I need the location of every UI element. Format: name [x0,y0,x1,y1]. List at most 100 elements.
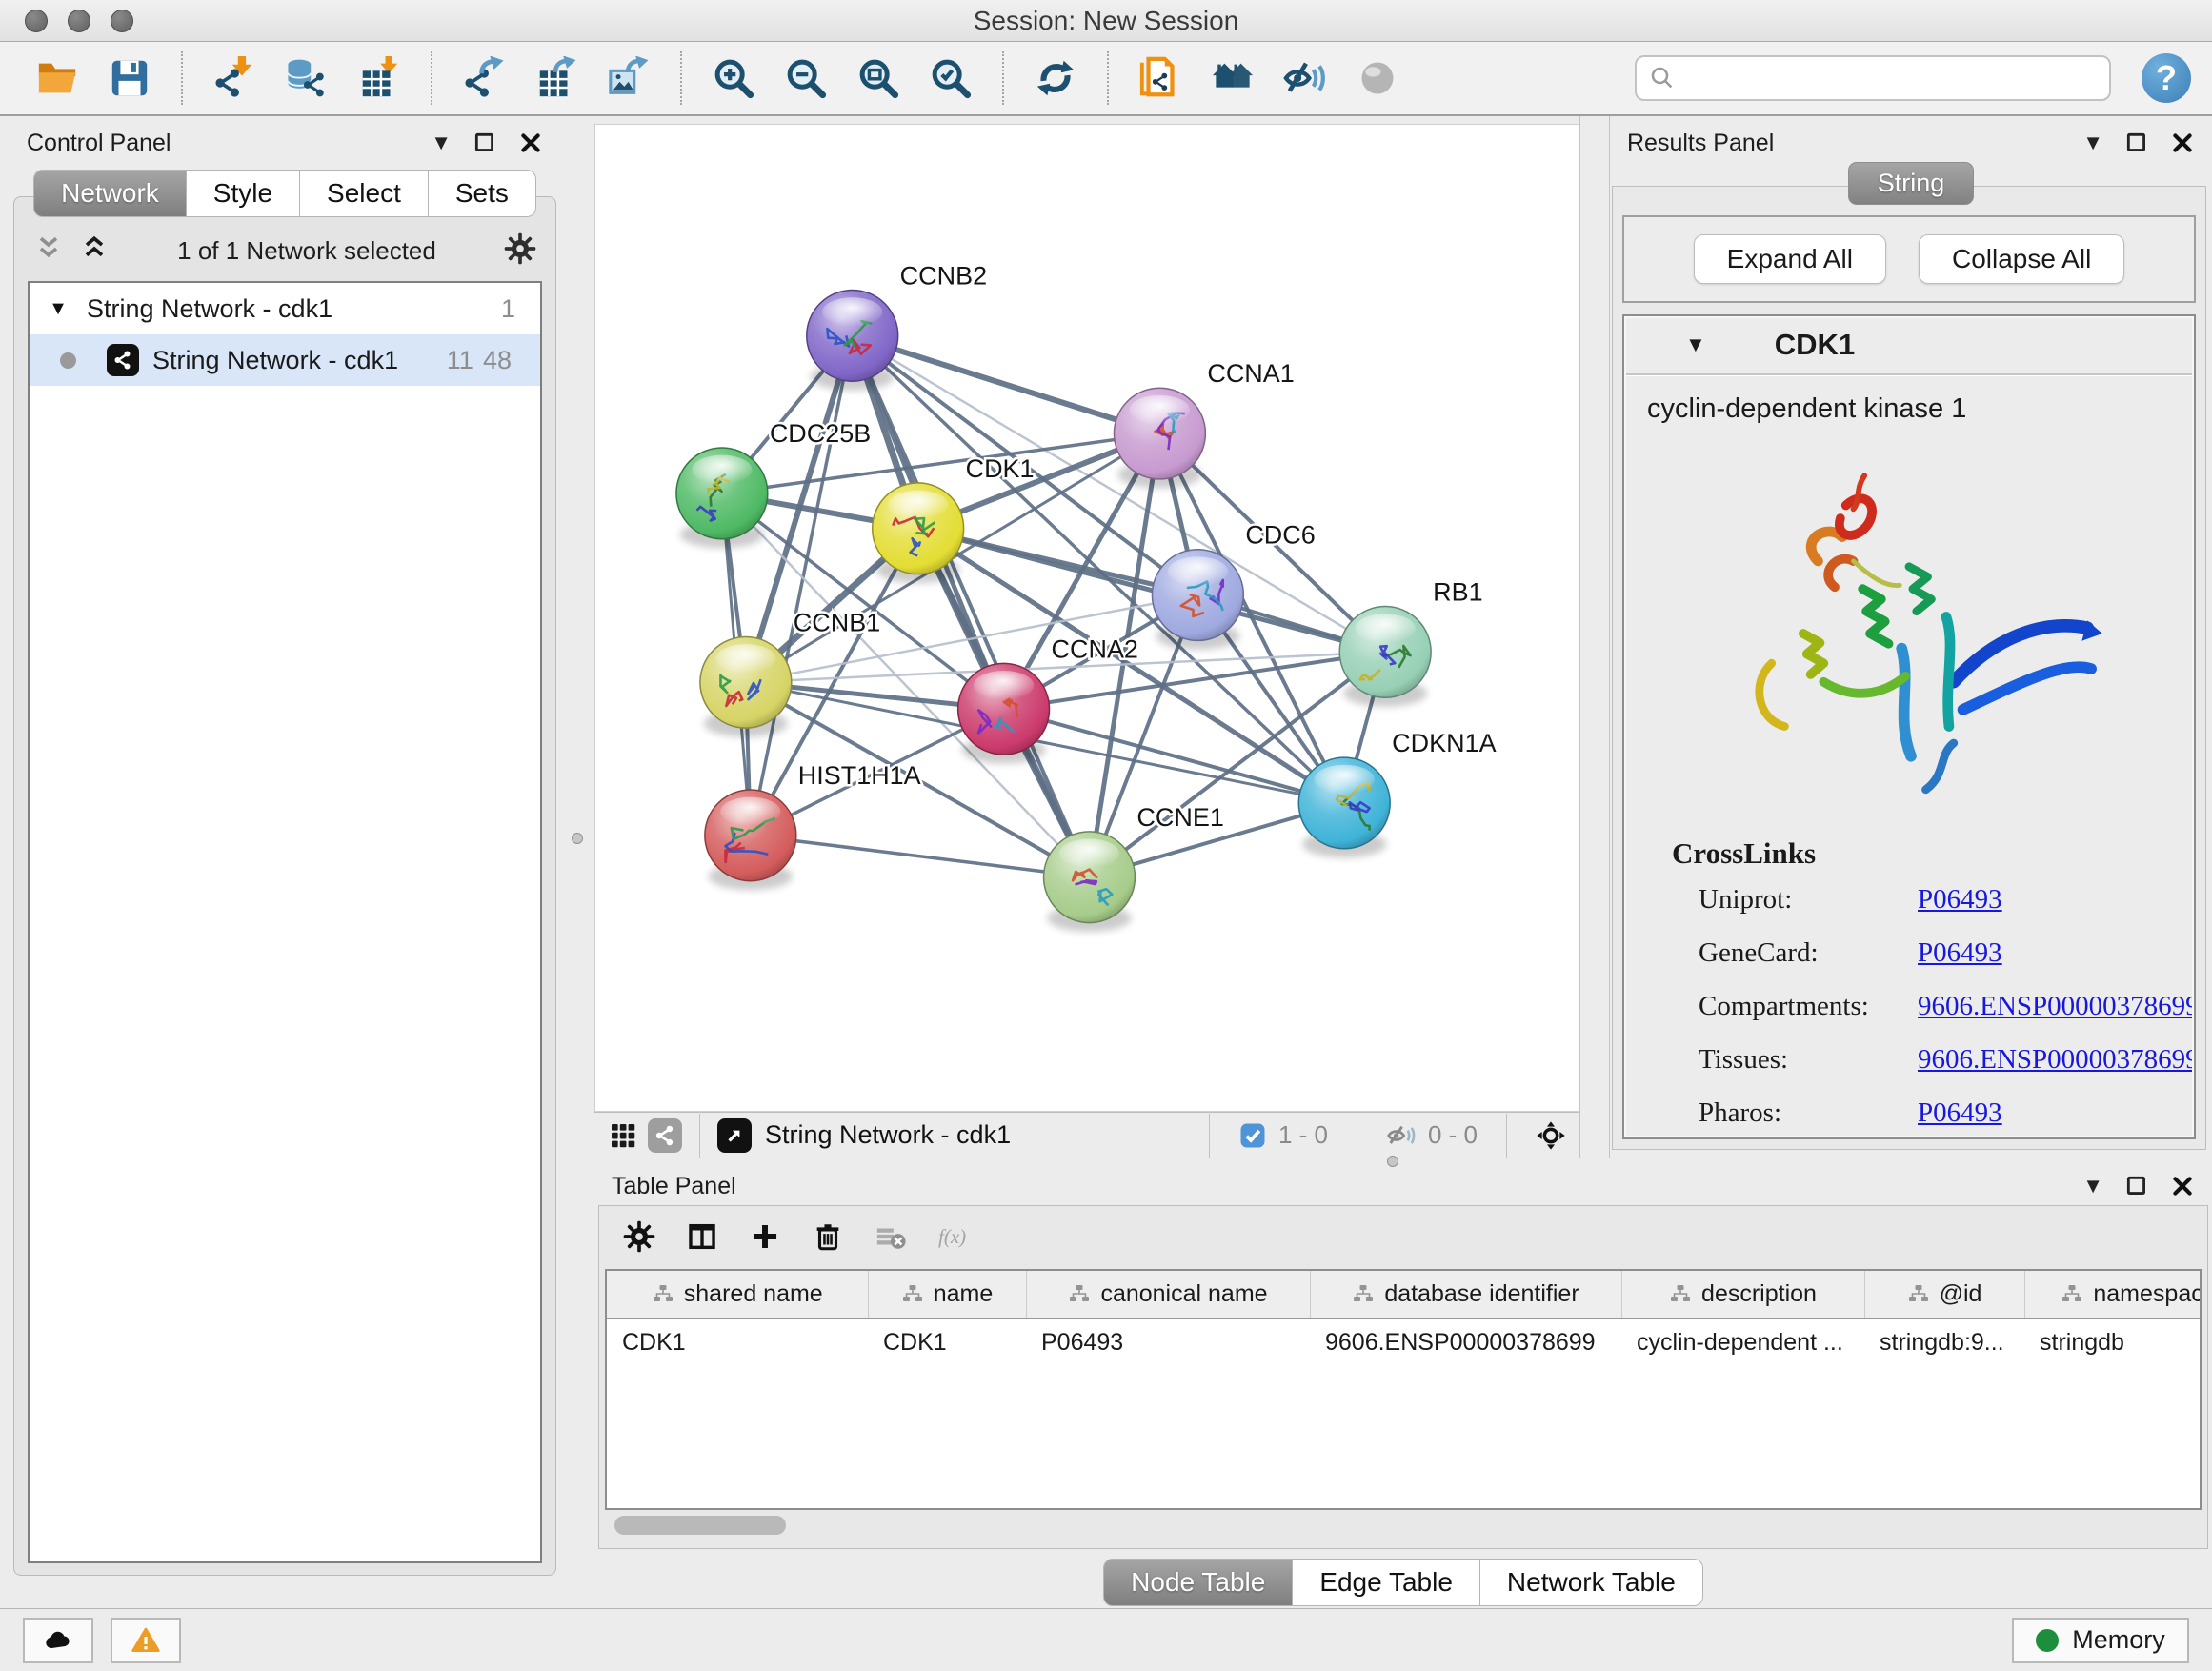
right-splitter[interactable] [1579,116,1610,1158]
create-column-plus-icon[interactable] [746,1218,784,1256]
show-columns-icon[interactable] [683,1218,721,1256]
table-options-gear-icon[interactable] [620,1218,658,1256]
crosslink-link[interactable]: 9606.ENSP00000378699 [1918,991,2194,1022]
open-file-button[interactable] [30,51,84,105]
table-panel-float-icon[interactable] [2124,1174,2149,1198]
network-options-gear-icon[interactable] [504,232,536,270]
crosslink-link[interactable]: P06493 [1918,1097,2194,1129]
horizontal-splitter[interactable] [594,1158,2212,1167]
network-node-CDKN1A[interactable] [1298,757,1390,857]
table-cell[interactable]: stringdb:9... [1864,1319,2024,1366]
table-cell[interactable]: 9606.ENSP00000378699 [1310,1319,1621,1366]
results-panel-collapse-icon[interactable]: ▼ [2082,131,2103,155]
table-cell[interactable]: stringdb [2024,1319,2202,1366]
zoom-in-button[interactable] [707,51,760,105]
crosslink-link[interactable]: P06493 [1918,937,2194,969]
network-node-CDC6[interactable] [1152,550,1243,650]
scrollbar-thumb[interactable] [614,1516,786,1535]
import-network-database-button[interactable] [280,51,333,105]
table-horizontal-scrollbar[interactable] [609,1514,2198,1540]
cloud-status-button[interactable] [23,1618,93,1663]
network-node-HIST1H1A[interactable] [705,790,796,890]
column-header--id[interactable]: @id [1864,1271,2024,1319]
help-button[interactable]: ? [2142,53,2191,103]
delete-table-icon[interactable] [872,1218,910,1256]
open-in-window-icon[interactable] [717,1118,752,1153]
column-header-name[interactable]: name [868,1271,1026,1319]
table-cell[interactable]: cyclin-dependent ... [1621,1319,1864,1366]
column-header-shared-name[interactable]: shared name [607,1271,868,1319]
crosslink-link[interactable]: 9606.ENSP00000378699 [1918,1044,2194,1076]
network-node-CDK1[interactable] [873,483,964,583]
memory-button[interactable]: Memory [2012,1618,2189,1663]
results-panel-close-icon[interactable] [2170,131,2195,155]
network-node-CCNA1[interactable] [1114,388,1205,488]
left-splitter[interactable] [560,116,594,1608]
network-edge-HIST1H1A-CCNE1[interactable] [751,836,1090,877]
column-header-description[interactable]: description [1621,1271,1864,1319]
splitter-handle[interactable] [572,833,583,844]
results-panel-float-icon[interactable] [2124,131,2149,155]
search-input[interactable] [1684,64,2098,93]
tab-select[interactable]: Select [300,170,429,217]
tab-edge-table[interactable]: Edge Table [1293,1559,1480,1606]
column-header-canonical-name[interactable]: canonical name [1026,1271,1310,1319]
refresh-button[interactable] [1029,51,1082,105]
table-cell[interactable]: CDK1 [868,1319,1026,1366]
network-node-CCNB1[interactable] [700,636,792,736]
table-cell[interactable]: CDK1 [607,1319,868,1366]
hidden-items-eye-icon[interactable] [1386,1120,1417,1151]
network-node-CCNB2[interactable] [807,290,898,390]
export-image-button[interactable] [602,51,655,105]
table-cell[interactable]: P06493 [1026,1319,1310,1366]
control-panel-float-icon[interactable] [473,131,497,155]
network-collection-row[interactable]: ▼ String Network - cdk1 1 [30,283,540,334]
splitter-handle[interactable] [1387,1156,1398,1167]
collapse-all-button[interactable]: Collapse All [1919,234,2124,284]
birds-eye-view-button[interactable] [1351,51,1404,105]
function-builder-icon[interactable]: f(x) [935,1218,973,1256]
export-table-button[interactable] [530,51,583,105]
crosslink-link[interactable]: P06493 [1918,884,2194,916]
network-node-CCNA2[interactable] [958,663,1050,763]
tab-node-table[interactable]: Node Table [1103,1559,1293,1606]
zoom-selected-button[interactable] [924,51,977,105]
import-table-button[interactable] [352,51,406,105]
tab-network[interactable]: Network [33,170,187,217]
table-panel-collapse-icon[interactable]: ▼ [2082,1174,2103,1198]
expand-all-button[interactable]: Expand All [1694,234,1886,284]
zoom-fit-button[interactable] [852,51,905,105]
network-edge-CCNB2-CCNA1[interactable] [853,335,1160,433]
import-network-file-button[interactable] [208,51,261,105]
table-row[interactable]: CDK1CDK1P064939606.ENSP00000378699cyclin… [607,1319,2202,1366]
string-homes-button[interactable] [1206,51,1259,105]
export-network-button[interactable] [457,51,511,105]
table-panel-close-icon[interactable] [2170,1174,2195,1198]
network-node-CDC25B[interactable] [676,448,768,548]
network-overview-icon[interactable] [648,1118,682,1153]
selected-checkbox-icon[interactable] [1238,1121,1267,1150]
node-result-header[interactable]: ▼ CDK1 [1624,316,2194,375]
zoom-out-button[interactable] [779,51,833,105]
save-session-button[interactable] [103,51,156,105]
fit-selected-crosshair-icon[interactable] [1536,1120,1566,1151]
tab-string[interactable]: String [1848,162,1975,205]
tab-sets[interactable]: Sets [429,170,536,217]
network-document-button[interactable] [1134,51,1187,105]
entry-collapse-icon[interactable]: ▼ [1685,332,1706,357]
tab-network-table[interactable]: Network Table [1480,1559,1703,1606]
column-header-database-identifier[interactable]: database identifier [1310,1271,1621,1319]
grid-view-icon[interactable] [608,1120,638,1151]
column-header-namespace[interactable]: namespace [2024,1271,2202,1319]
tree-expand-icon[interactable]: ▼ [30,298,87,320]
hide-graphics-details-button[interactable] [1278,51,1332,105]
network-canvas[interactable]: CCNB2 CCNA1 CDC25B CDK1 CDC6 RB1 CCNB1 [594,124,1579,1112]
control-panel-close-icon[interactable] [518,131,543,155]
network-node-RB1[interactable] [1339,607,1431,707]
expand-all-networks-icon[interactable] [79,233,110,269]
warnings-button[interactable] [111,1618,181,1663]
collapse-all-networks-icon[interactable] [33,233,64,269]
network-row[interactable]: String Network - cdk1 11 48 [30,334,540,386]
control-panel-collapse-icon[interactable]: ▼ [431,131,452,155]
network-edge-CCNB2-CCNE1[interactable] [853,335,1090,876]
